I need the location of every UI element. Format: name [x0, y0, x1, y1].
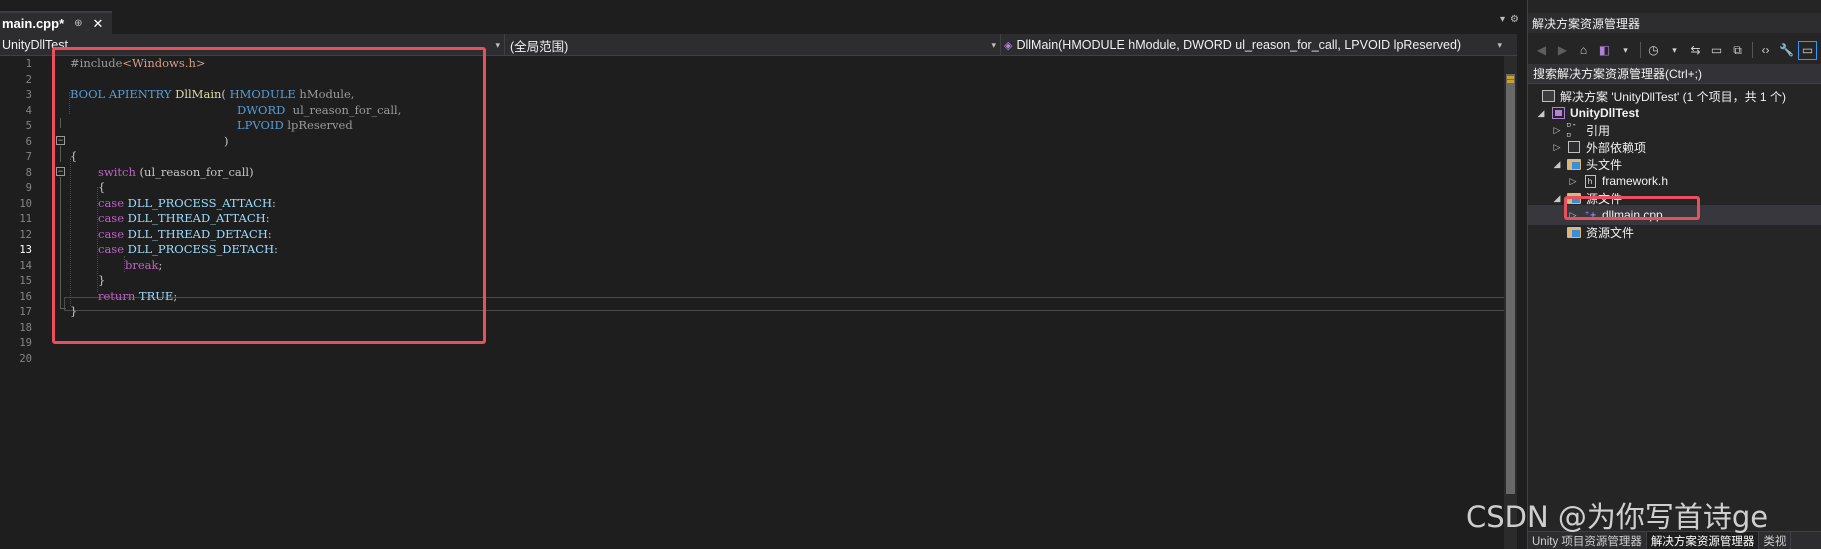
properties-wrench-icon[interactable]: 🔧 — [1777, 41, 1796, 60]
tree-item-label: 外部依赖项 — [1586, 140, 1647, 155]
forward-icon[interactable]: ▶ — [1553, 41, 1572, 60]
divider — [504, 34, 505, 56]
line-number: 1 — [25, 58, 32, 70]
collapsed-chevron-icon[interactable]: ▷ — [1552, 142, 1562, 153]
collapse-all-icon[interactable]: ▭ — [1707, 41, 1726, 60]
document-tab-strip: main.cpp* ⊕ ✕ ▾ ⚙ — [0, 0, 1519, 34]
line-number: 2 — [25, 73, 32, 86]
pin-icon[interactable]: ⊕ — [74, 18, 82, 29]
tab-title: main.cpp* — [2, 16, 65, 31]
tree-item-resource-files[interactable]: 资源文件 — [1528, 222, 1821, 242]
line-number: 8 — [25, 166, 32, 179]
solution-explorer-toolbar: ◀ ▶ ⌂ ◧ ▾ ◷ ▾ ⇆ ▭ ⧉ ‹› 🔧 ▭ — [1528, 38, 1821, 62]
collapsed-chevron-icon[interactable]: ▷ — [1568, 176, 1578, 187]
solution-explorer: 解决方案资源管理器 ◀ ▶ ⌂ ◧ ▾ ◷ ▾ ⇆ ▭ ⧉ ‹› 🔧 ▭ 搜索解… — [1527, 0, 1821, 549]
filter-folder-icon — [1566, 225, 1582, 239]
code-view-icon[interactable]: ‹› — [1756, 41, 1775, 60]
vs-switch-views-icon[interactable]: ◧ — [1595, 41, 1614, 60]
vertical-scrollbar[interactable] — [1504, 56, 1517, 549]
line-number: 7 — [25, 151, 32, 163]
function-combo[interactable]: ◈ DllMain(HMODULE hModule, DWORD ul_reas… — [1004, 36, 1504, 54]
chevron-down-icon: ▾ — [991, 39, 996, 50]
function-icon: ◈ — [1004, 39, 1013, 52]
tab-dropdown-icon[interactable]: ▾ — [1500, 14, 1505, 25]
watermark: CSDN @为你写首诗ge — [1466, 500, 1769, 534]
home-icon[interactable]: ⌂ — [1574, 41, 1593, 60]
line-number: 13 — [19, 244, 32, 256]
line-number: 17 — [19, 306, 32, 318]
chevron-down-icon: ▾ — [1497, 39, 1502, 50]
search-input[interactable]: 搜索解决方案资源管理器(Ctrl+;) — [1528, 64, 1821, 84]
tree-item-label: UnityDllTest — [1570, 106, 1640, 120]
scope-combo[interactable]: (全局范围) ▾ — [510, 36, 998, 54]
function-combo-value: DllMain(HMODULE hModule, DWORD ul_reason… — [1016, 38, 1462, 52]
dropdown-icon[interactable]: ▾ — [1616, 41, 1635, 60]
line-number: 18 — [19, 321, 32, 334]
pane-title: 解决方案资源管理器 — [1528, 13, 1821, 33]
scope-combo-value: (全局范围) — [510, 39, 569, 54]
scroll-marker — [1507, 76, 1514, 79]
expanded-chevron-icon[interactable]: ◢ — [1552, 159, 1562, 170]
sync-icon[interactable]: ⇆ — [1686, 41, 1705, 60]
divider — [1000, 34, 1001, 56]
line-number: 14 — [19, 259, 32, 272]
tree-item-label: 解决方案 'UnityDllTest' (1 个项目，共 1 个) — [1560, 89, 1786, 104]
tree-item-label: framework.h — [1602, 174, 1669, 188]
line-number: 11 — [19, 213, 32, 225]
close-icon[interactable]: ✕ — [93, 16, 104, 32]
references-icon: ▫-▫ — [1566, 120, 1577, 140]
chevron-down-icon: ▾ — [495, 39, 500, 50]
line-number: 9 — [25, 182, 32, 194]
settings-icon[interactable]: ⚙ — [1510, 14, 1519, 25]
editor-pane: main.cpp* ⊕ ✕ ▾ ⚙ UnityDllTest ▾ (全局范围) … — [0, 0, 1519, 549]
expanded-chevron-icon[interactable]: ◢ — [1552, 193, 1562, 204]
line-number: 5 — [25, 120, 32, 132]
filter-folder-icon — [1566, 157, 1582, 171]
line-number: 10 — [19, 197, 32, 210]
line-number: 3 — [25, 89, 32, 101]
line-number: 20 — [19, 352, 32, 365]
line-number: 19 — [19, 337, 32, 349]
project-icon — [1550, 106, 1566, 120]
code-editor[interactable]: 1 2 3 4 5 6 7 8 9 10 11 12 13 14 15 16 1… — [0, 47, 1517, 549]
collapsed-chevron-icon[interactable]: ▷ — [1552, 125, 1562, 136]
back-icon[interactable]: ◀ — [1532, 41, 1551, 60]
expanded-chevron-icon[interactable]: ◢ — [1536, 108, 1546, 119]
show-all-files-icon[interactable]: ⧉ — [1728, 41, 1747, 60]
tree-item-label: 资源文件 — [1586, 225, 1635, 240]
tab-main-cpp[interactable]: main.cpp* ⊕ ✕ — [0, 11, 112, 34]
annotation-highlight-box — [52, 47, 486, 344]
scroll-marker — [1507, 80, 1514, 83]
annotation-highlight-box — [1564, 196, 1700, 220]
dropdown-icon[interactable]: ▾ — [1665, 41, 1684, 60]
header-file-icon: h — [1582, 174, 1598, 188]
solution-icon — [1540, 89, 1556, 103]
line-number: 6 — [25, 135, 32, 148]
line-number: 4 — [25, 104, 32, 117]
history-icon[interactable]: ◷ — [1644, 41, 1663, 60]
line-number: 15 — [19, 275, 32, 287]
external-dependencies-icon — [1566, 140, 1582, 154]
scrollbar-thumb[interactable] — [1506, 74, 1515, 494]
divider — [1752, 42, 1753, 58]
line-number: 12 — [19, 228, 32, 241]
preview-icon[interactable]: ▭ — [1798, 40, 1817, 60]
tree-item-label: 引用 — [1586, 123, 1611, 138]
tree-item-label: 头文件 — [1586, 157, 1623, 172]
divider — [1640, 42, 1641, 58]
line-number: 16 — [19, 290, 32, 303]
